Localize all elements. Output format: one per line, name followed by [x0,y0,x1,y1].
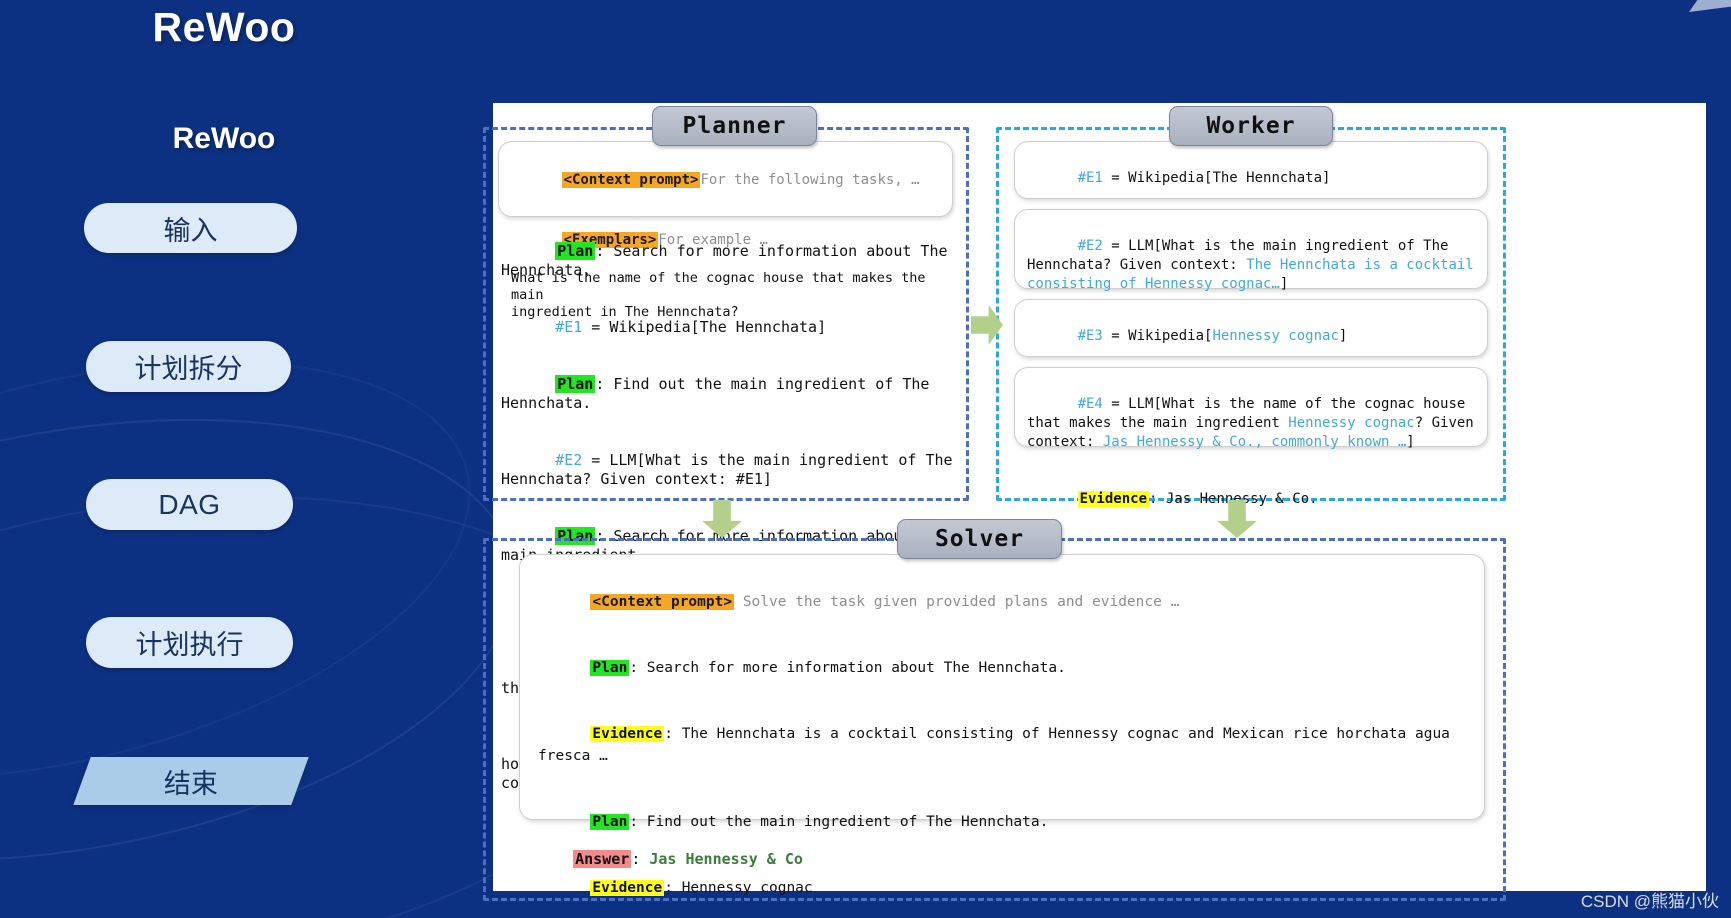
brand-title: ReWoo [152,4,296,50]
planner-line-4: #E2 = LLM[What is the main ingredient of… [501,432,953,508]
sidebar-step-end[interactable]: 结束 [73,757,309,805]
solver-answer-row: Answer: Jas Hennessy & Co [537,832,803,886]
planner-line-2-text: = Wikipedia[The Hennchata] [582,318,827,336]
planner-line-2: #E1 = Wikipedia[The Hennchata] [501,299,953,356]
worker-card-3-call-text: = Wikipedia[Hennessy cognac] [1102,328,1348,344]
solver-line-2-text: : The Hennchata is a cocktail consisting… [538,726,1459,764]
planner-line-3: Plan: Find out the main ingredient of Th… [501,356,953,432]
worker-card-3-call: #E3 = Wikipedia[Hennessy cognac] [1027,308,1475,365]
variable-e2-tag: #E2 [555,451,583,469]
sidebar: ReWoo ReWoo 输入 计划拆分 DAG 计划执行 结束 [0,0,448,918]
sidebar-step-input[interactable]: 输入 [84,203,297,253]
sidebar-step-plan-execute[interactable]: 计划执行 [86,617,293,668]
worker-card-4: #E4 = LLM[What is the name of the cognac… [1014,367,1488,507]
solver-context-text: Solve the task given provided plans and … [742,594,1180,610]
plan-tag: Plan [590,814,630,830]
solver-line-1: Plan: Search for more information about … [538,635,1466,701]
planner-prompt-card: <Context prompt> For the following tasks,… [498,141,953,320]
plan-tag: Plan [590,660,630,676]
answer-value: Jas Hennessy & Co [649,850,803,868]
sidebar-step-plan-split-label: 计划拆分 [134,354,243,384]
brand-subtitle: ReWoo [172,122,276,155]
watermark: CSDN @熊猫小伙 [1580,892,1719,911]
sidebar-step-dag-label: DAG [158,488,221,520]
corner-artifact [1689,0,1731,12]
worker-card-1: #E1 = Wikipedia[The Hennchata] Evidence:… [1014,141,1488,262]
plan-tag: Plan [555,375,596,393]
context-prompt-tag: <Context prompt> [590,594,735,610]
sidebar-step-dag[interactable]: DAG [86,479,293,530]
variable-e3-tag: #E3 [1077,328,1103,344]
answer-separator: : [631,850,650,868]
planner-line-1: Plan: Search for more information about … [501,223,953,299]
answer-tag: Answer [573,850,632,868]
sidebar-step-input-label: 输入 [163,215,218,246]
planner-title: Planner [652,106,817,146]
solver-line-1-text: : Search for more information about The … [629,660,1066,676]
worker-card-3: #E3 = Wikipedia[Hennessy cognac] Evidenc… [1014,299,1488,401]
plan-tag: Plan [555,242,596,260]
solver-context-line: <Context prompt> Solve the task given pr… [538,569,1466,635]
sidebar-step-end-label: 结束 [164,768,218,799]
context-prompt-tag: <Context prompt> [561,172,701,188]
planner-prompt-line-context: <Context prompt> For the following tasks,… [511,150,940,210]
worker-card-1-call: #E1 = Wikipedia[The Hennchata] [1027,150,1475,207]
sidebar-step-plan-split[interactable]: 计划拆分 [86,341,291,392]
solver-title: Solver [897,519,1062,559]
worker-card-1-call-text: = Wikipedia[The Hennchata] [1102,170,1331,186]
sidebar-step-plan-execute-label: 计划执行 [135,630,244,660]
worker-title: Worker [1169,106,1333,146]
solver-line-2: Evidence: The Hennchata is a cocktail co… [538,701,1466,789]
solver-card: <Context prompt> Solve the task given pr… [519,554,1485,896]
evidence-tag: Evidence [590,726,665,742]
diagram-panel: Planner <Context prompt> For the followin… [483,106,1706,901]
evidence-tag: Evidence [1077,491,1150,507]
variable-e1-tag: #E1 [1077,170,1103,186]
context-prompt-text: For the following tasks, … [700,172,920,188]
variable-e2-tag: #E2 [1077,238,1103,254]
worker-card-4-call: #E4 = LLM[What is the name of the cognac… [1027,376,1475,471]
variable-e1-tag: #E1 [555,318,583,336]
variable-e4-tag: #E4 [1077,396,1103,412]
worker-card-2: #E2 = LLM[What is the main ingredient of… [1014,209,1488,349]
solver-line-3-text: : Find out the main ingredient of The He… [629,814,1049,830]
worker-card-4-evidence: Evidence: Jas Hennessy & Co. [1027,471,1475,528]
